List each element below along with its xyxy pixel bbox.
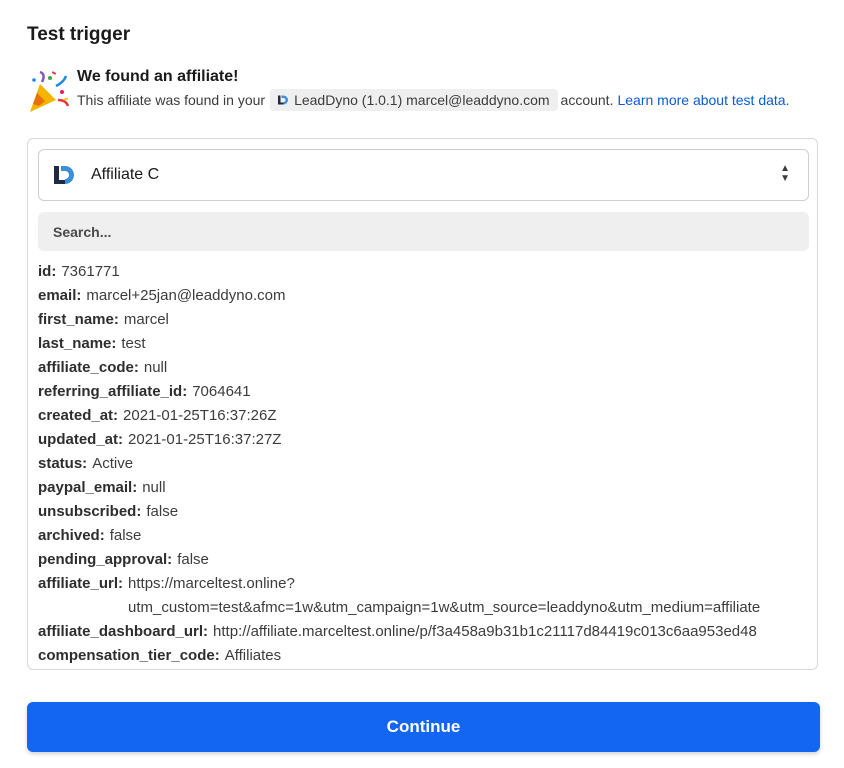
- field-value: null: [143, 359, 168, 376]
- field-row: paypal_email: null: [38, 476, 809, 500]
- field-value: null: [142, 479, 166, 496]
- field-value: http://affiliate.marceltest.online/p/f3a…: [213, 623, 757, 640]
- account-label: LeadDyno (1.0.1) marcel@leaddyno.com: [294, 92, 550, 108]
- found-line-prefix: This affiliate was found in your: [77, 92, 266, 108]
- continue-button[interactable]: Continue: [27, 702, 820, 752]
- field-row: last_name: test: [38, 332, 809, 356]
- field-row: updated_at: 2021-01-25T16:37:27Z: [38, 428, 809, 452]
- field-key: created_at:: [38, 407, 119, 424]
- field-key: unsubscribed:: [38, 503, 142, 520]
- field-value: 7361771: [61, 263, 120, 280]
- field-value: false: [109, 527, 142, 544]
- field-row: unsubscribed: false: [38, 500, 809, 524]
- field-row: referring_affiliate_id: 7064641: [38, 380, 809, 404]
- field-row: archived: false: [38, 524, 809, 548]
- leaddyno-logo-icon: [278, 95, 289, 105]
- found-heading: We found an affiliate!: [77, 68, 239, 85]
- field-row: affiliate_dashboard_url: http://affiliate…: [38, 620, 809, 644]
- up-down-arrows-icon: ▲ ▼: [780, 163, 790, 184]
- field-key: compensation_tier_code:: [38, 647, 220, 664]
- field-key: first_name:: [38, 311, 119, 328]
- record-select-value: Affiliate C: [91, 166, 160, 183]
- page-title: Test trigger: [27, 24, 131, 45]
- field-key: id:: [38, 263, 57, 280]
- field-key: updated_at:: [38, 431, 124, 448]
- field-list: id: 7361771 email: marcel+25jan@leaddyno.co…: [38, 260, 809, 668]
- test-data-card: Affiliate C ▲▼ id:7361771email:marcel+25…: [27, 138, 818, 670]
- found-line-suffix: account.: [560, 92, 614, 108]
- field-key: last_name:: [38, 335, 117, 352]
- field-key: paypal_email:: [38, 479, 138, 496]
- field-value: test: [121, 335, 146, 352]
- field-value: Active: [92, 455, 134, 472]
- learn-more-link[interactable]: Learn more about test data.: [617, 92, 789, 108]
- field-key: affiliate_url:: [38, 575, 124, 592]
- leaddyno-logo-icon: [54, 166, 74, 184]
- field-value: 7064641: [192, 383, 251, 400]
- field-key: archived:: [38, 527, 105, 544]
- field-key: affiliate_code:: [38, 359, 139, 376]
- search-input[interactable]: [38, 212, 809, 251]
- field-row: first_name: marcel: [38, 308, 809, 332]
- found-affiliate-banner: We found an affiliate! This affiliate wa…: [26, 68, 826, 116]
- field-key: pending_approval:: [38, 551, 173, 568]
- field-value: 2021-01-25T16:37:27Z: [128, 431, 282, 448]
- field-value: false: [146, 503, 179, 520]
- field-key: email:: [38, 287, 82, 304]
- field-key: referring_affiliate_id:: [38, 383, 188, 400]
- field-value: Affiliates: [224, 647, 282, 664]
- field-row: affiliate_url: https://marceltest.online?…: [38, 572, 809, 620]
- field-row: status: Active: [38, 452, 809, 476]
- field-row: email: marcel+25jan@leaddyno.com: [38, 284, 809, 308]
- field-key: status:: [38, 455, 88, 472]
- field-value: marcel: [123, 311, 169, 328]
- field-row: created_at: 2021-01-25T16:37:26Z: [38, 404, 809, 428]
- field-row: id: 7361771: [38, 260, 809, 284]
- party-popper-icon: [30, 70, 70, 112]
- field-value: 2021-01-25T16:37:26Z: [123, 407, 277, 424]
- field-value: false: [177, 551, 209, 568]
- field-value: marcel+25jan@leaddyno.com: [86, 287, 286, 304]
- field-key: affiliate_dashboard_url:: [38, 623, 209, 640]
- record-select[interactable]: Affiliate C ▲ ▼: [38, 149, 809, 201]
- found-description: This affiliate was found in your LeadDyn…: [77, 89, 789, 111]
- field-row: compensation_tier_code: Affiliates: [38, 644, 809, 668]
- field-row: affiliate_code: null: [38, 356, 809, 380]
- field-row: pending_approval: false: [38, 548, 809, 572]
- account-chip: LeadDyno (1.0.1) marcel@leaddyno.com: [270, 89, 558, 111]
- field-value: https://marceltest.online? utm_custom=te…: [128, 575, 761, 616]
